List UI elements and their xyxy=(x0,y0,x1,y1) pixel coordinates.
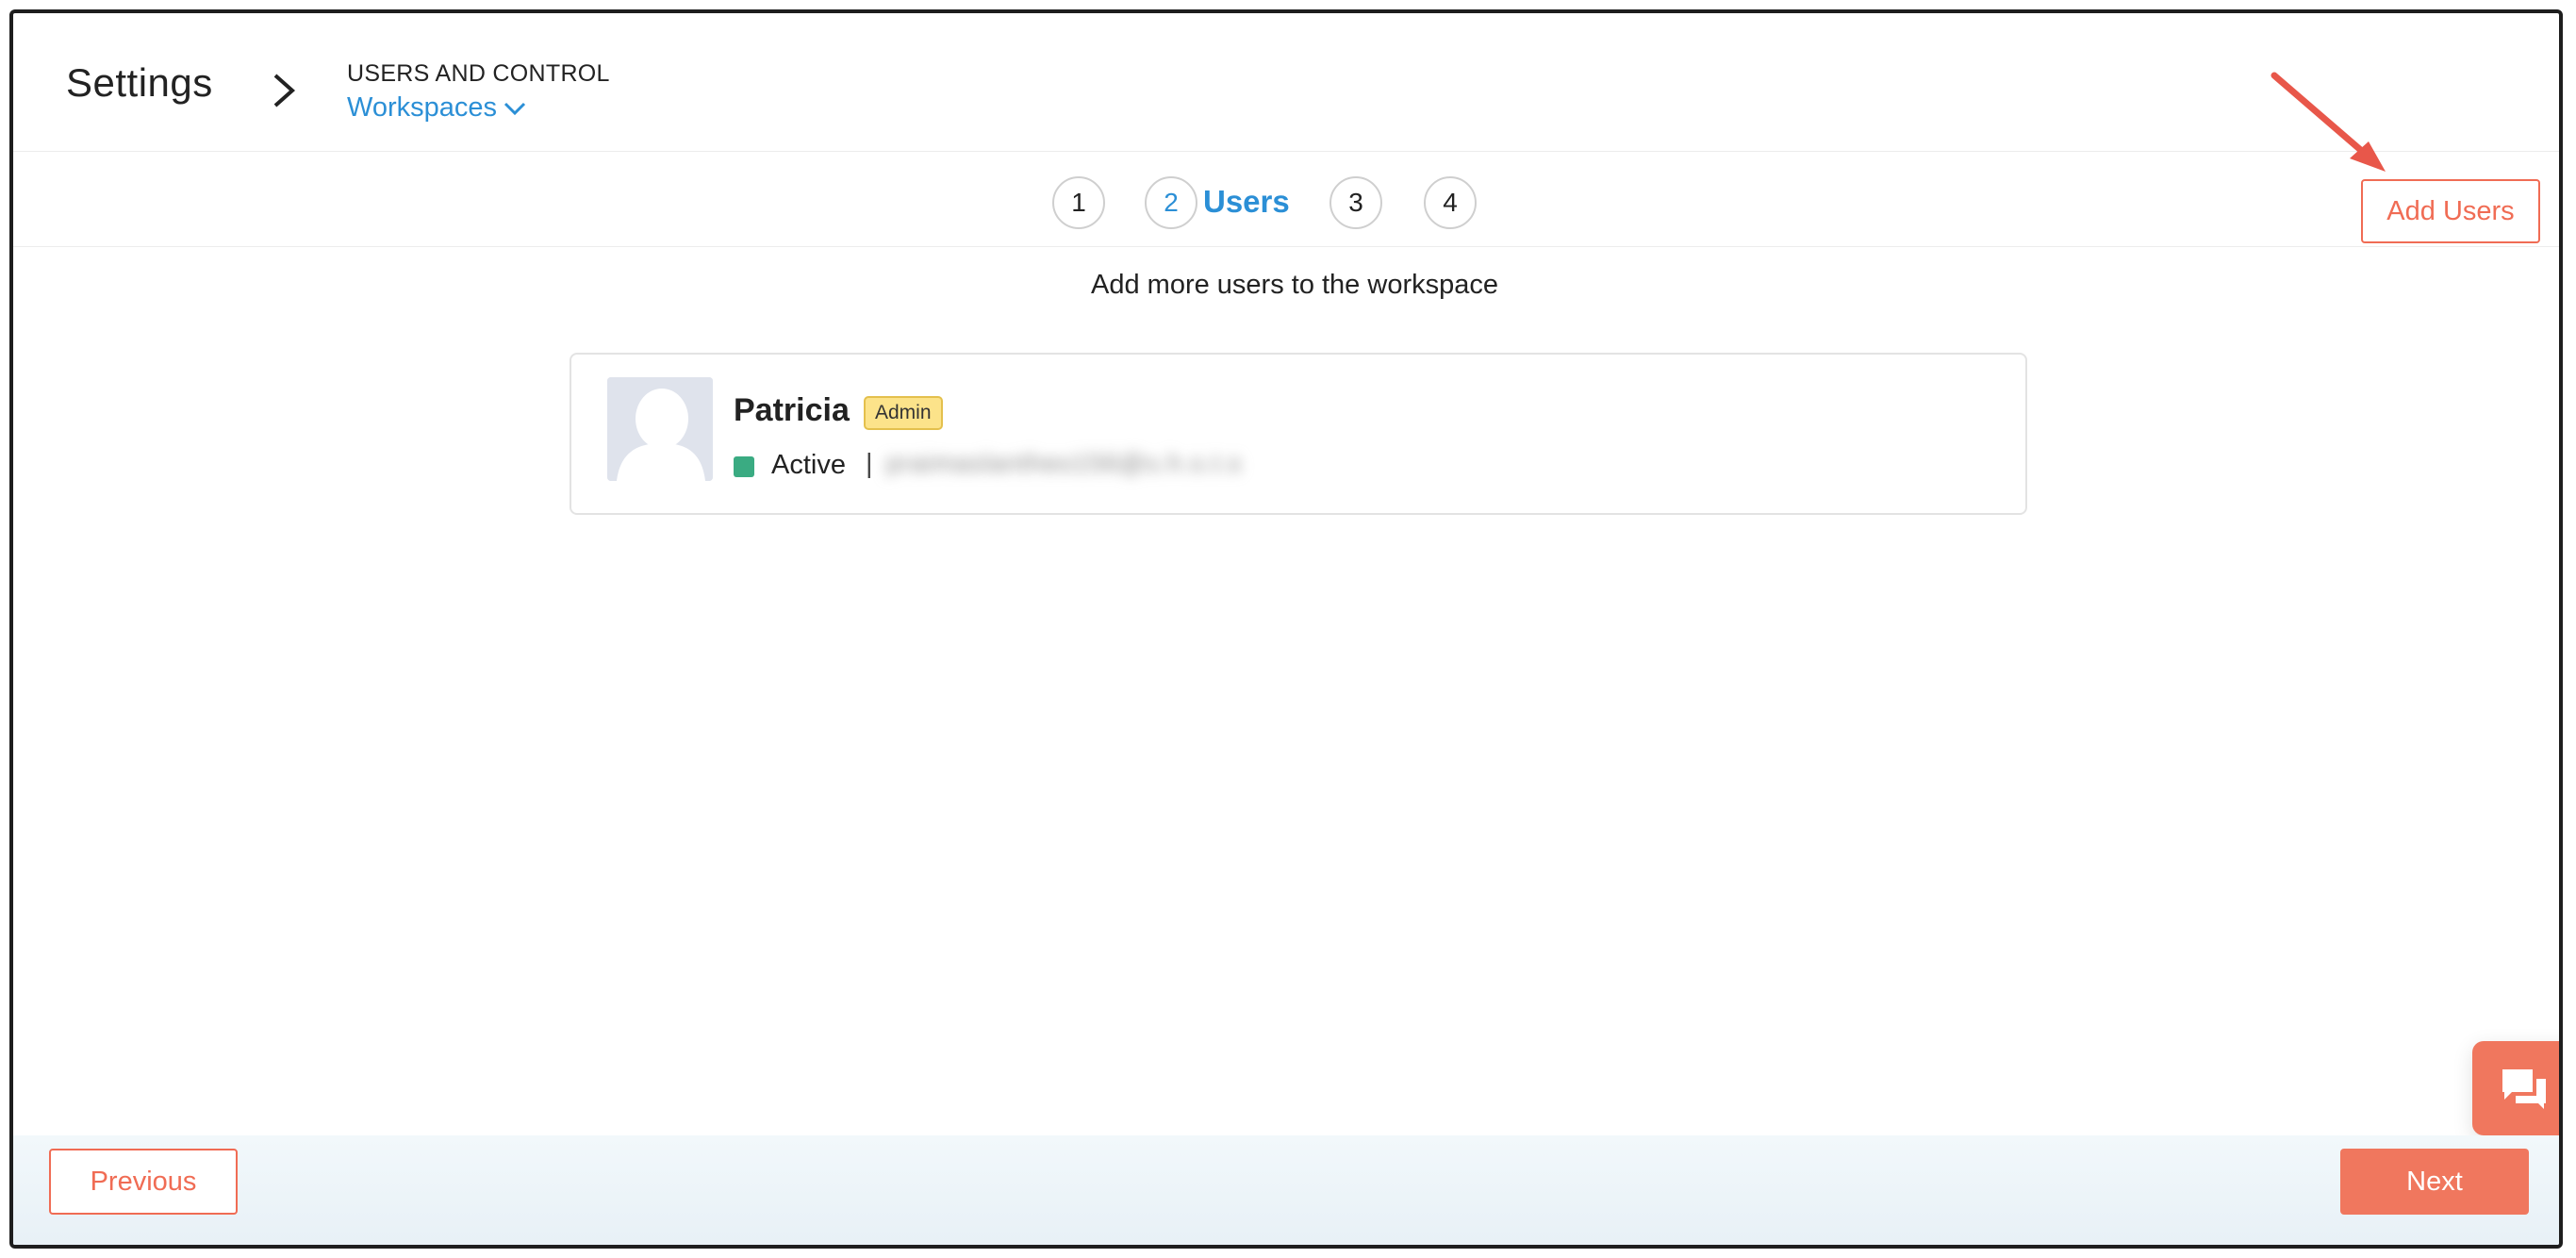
page-subtitle: Add more users to the workspace xyxy=(1091,270,1498,300)
previous-button[interactable]: Previous xyxy=(49,1149,238,1215)
page-header: Settings USERS AND CONTROL Workspaces xyxy=(13,13,2559,152)
active-step-label: Users xyxy=(1203,184,1290,219)
add-users-button[interactable]: Add Users xyxy=(2361,179,2540,243)
workspaces-dropdown-label: Workspaces xyxy=(347,92,498,123)
step-2[interactable]: 2 xyxy=(1145,176,1197,229)
avatar xyxy=(607,377,713,481)
user-status: Active xyxy=(771,450,846,480)
stepper-bar: 1 2 Users 3 4 Add Users xyxy=(13,152,2559,247)
next-button[interactable]: Next xyxy=(2340,1149,2529,1215)
chevron-right-icon xyxy=(273,74,296,108)
workspaces-dropdown[interactable]: Workspaces xyxy=(347,92,527,124)
step-4[interactable]: 4 xyxy=(1424,176,1477,229)
role-badge: Admin xyxy=(864,396,943,430)
user-card[interactable]: Patricia Admin Active | praimaslantheo15… xyxy=(570,353,2027,515)
user-name: Patricia xyxy=(734,392,850,428)
separator: | xyxy=(866,449,873,479)
page-title: Settings xyxy=(66,60,213,105)
chat-button[interactable] xyxy=(2472,1041,2559,1135)
user-email-obscured: praimaslantheo156@s.h.s.t.s xyxy=(886,449,1243,477)
breadcrumb-section: USERS AND CONTROL xyxy=(347,60,610,87)
app-window: Settings USERS AND CONTROL Workspaces 1 … xyxy=(9,9,2563,1249)
step-1[interactable]: 1 xyxy=(1052,176,1105,229)
annotation-arrow-icon xyxy=(2271,72,2386,172)
wizard-footer: Previous Next xyxy=(13,1135,2559,1245)
status-indicator-icon xyxy=(734,456,754,477)
user-silhouette-icon xyxy=(607,377,713,481)
step-3[interactable]: 3 xyxy=(1329,176,1382,229)
chat-bubbles-icon xyxy=(2502,1069,2546,1109)
chevron-down-icon xyxy=(504,102,526,115)
